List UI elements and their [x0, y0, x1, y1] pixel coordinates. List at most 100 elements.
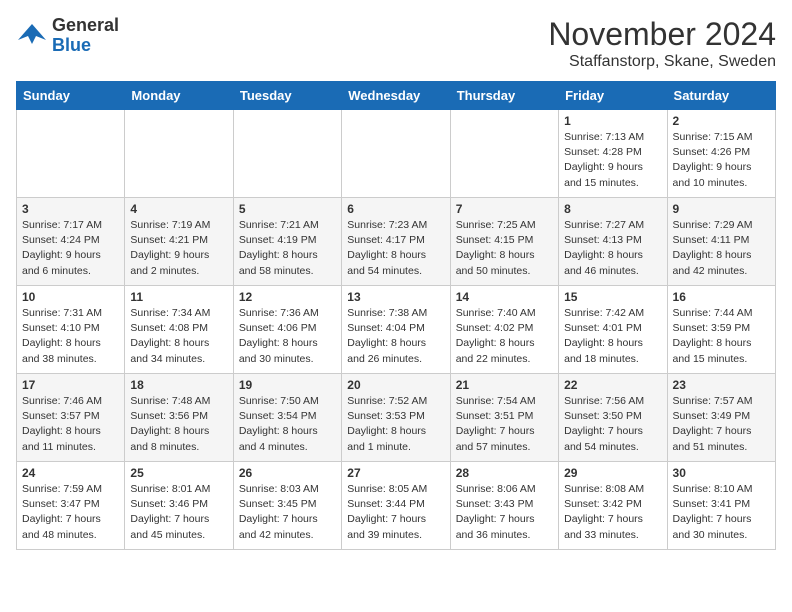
day-info: Sunrise: 7:52 AM Sunset: 3:53 PM Dayligh… [347, 394, 444, 455]
day-info: Sunrise: 7:17 AM Sunset: 4:24 PM Dayligh… [22, 218, 119, 279]
calendar-cell: 5 Sunrise: 7:21 AM Sunset: 4:19 PM Daylig… [233, 198, 341, 286]
day-number: 25 [130, 466, 227, 480]
day-info: Sunrise: 8:03 AM Sunset: 3:45 PM Dayligh… [239, 482, 336, 543]
calendar-cell: 27 Sunrise: 8:05 AM Sunset: 3:44 PM Dayli… [342, 462, 450, 550]
calendar-cell: 1 Sunrise: 7:13 AM Sunset: 4:28 PM Daylig… [559, 110, 667, 198]
day-number: 27 [347, 466, 444, 480]
header-row: Sunday Monday Tuesday Wednesday Thursday… [17, 82, 776, 110]
calendar-week-5: 24 Sunrise: 7:59 AM Sunset: 3:47 PM Dayli… [17, 462, 776, 550]
day-info: Sunrise: 7:27 AM Sunset: 4:13 PM Dayligh… [564, 218, 661, 279]
calendar-cell: 20 Sunrise: 7:52 AM Sunset: 3:53 PM Dayli… [342, 374, 450, 462]
day-number: 21 [456, 378, 553, 392]
calendar-week-4: 17Sunrise: 7:46 AM Sunset: 3:57 PM Dayli… [17, 374, 776, 462]
logo-icon [16, 22, 48, 50]
calendar-cell [450, 110, 558, 198]
day-number: 3 [22, 202, 119, 216]
calendar-cell: 13 Sunrise: 7:38 AM Sunset: 4:04 PM Dayli… [342, 286, 450, 374]
calendar-cell [233, 110, 341, 198]
calendar-body: 1 Sunrise: 7:13 AM Sunset: 4:28 PM Daylig… [17, 110, 776, 550]
day-info: Sunrise: 7:29 AM Sunset: 4:11 PM Dayligh… [673, 218, 770, 279]
day-number: 16 [673, 290, 770, 304]
day-info: Sunrise: 7:56 AM Sunset: 3:50 PM Dayligh… [564, 394, 661, 455]
day-number: 22 [564, 378, 661, 392]
page-header: General Blue November 2024 Staffanstorp,… [16, 16, 776, 71]
day-number: 23 [673, 378, 770, 392]
calendar-week-1: 1 Sunrise: 7:13 AM Sunset: 4:28 PM Daylig… [17, 110, 776, 198]
location: Staffanstorp, Skane, Sweden [548, 53, 776, 71]
logo-text: General Blue [52, 16, 119, 56]
calendar-cell: 12 Sunrise: 7:36 AM Sunset: 4:06 PM Dayli… [233, 286, 341, 374]
calendar-cell [17, 110, 125, 198]
col-sunday: Sunday [17, 82, 125, 110]
day-number: 9 [673, 202, 770, 216]
day-info: Sunrise: 7:23 AM Sunset: 4:17 PM Dayligh… [347, 218, 444, 279]
calendar-cell: 10 Sunrise: 7:31 AM Sunset: 4:10 PM Dayli… [17, 286, 125, 374]
day-number: 30 [673, 466, 770, 480]
calendar-cell: 8Sunrise: 7:27 AM Sunset: 4:13 PM Daylig… [559, 198, 667, 286]
day-number: 15 [564, 290, 661, 304]
day-info: Sunrise: 8:01 AM Sunset: 3:46 PM Dayligh… [130, 482, 227, 543]
calendar-cell [342, 110, 450, 198]
day-info: Sunrise: 7:44 AM Sunset: 3:59 PM Dayligh… [673, 306, 770, 367]
day-info: Sunrise: 8:08 AM Sunset: 3:42 PM Dayligh… [564, 482, 661, 543]
calendar-cell: 6 Sunrise: 7:23 AM Sunset: 4:17 PM Daylig… [342, 198, 450, 286]
day-number: 28 [456, 466, 553, 480]
day-info: Sunrise: 8:05 AM Sunset: 3:44 PM Dayligh… [347, 482, 444, 543]
day-number: 14 [456, 290, 553, 304]
col-saturday: Saturday [667, 82, 775, 110]
calendar-cell: 26 Sunrise: 8:03 AM Sunset: 3:45 PM Dayli… [233, 462, 341, 550]
month-title: November 2024 [548, 16, 776, 53]
day-info: Sunrise: 8:10 AM Sunset: 3:41 PM Dayligh… [673, 482, 770, 543]
day-info: Sunrise: 7:57 AM Sunset: 3:49 PM Dayligh… [673, 394, 770, 455]
day-info: Sunrise: 7:34 AM Sunset: 4:08 PM Dayligh… [130, 306, 227, 367]
day-number: 2 [673, 114, 770, 128]
day-number: 10 [22, 290, 119, 304]
day-number: 5 [239, 202, 336, 216]
day-number: 12 [239, 290, 336, 304]
calendar-cell: 19Sunrise: 7:50 AM Sunset: 3:54 PM Dayli… [233, 374, 341, 462]
calendar-cell: 21 Sunrise: 7:54 AM Sunset: 3:51 PM Dayli… [450, 374, 558, 462]
title-block: November 2024 Staffanstorp, Skane, Swede… [548, 16, 776, 71]
day-info: Sunrise: 7:36 AM Sunset: 4:06 PM Dayligh… [239, 306, 336, 367]
day-number: 29 [564, 466, 661, 480]
calendar-cell: 29 Sunrise: 8:08 AM Sunset: 3:42 PM Dayli… [559, 462, 667, 550]
col-tuesday: Tuesday [233, 82, 341, 110]
calendar-cell: 23 Sunrise: 7:57 AM Sunset: 3:49 PM Dayli… [667, 374, 775, 462]
day-info: Sunrise: 7:50 AM Sunset: 3:54 PM Dayligh… [239, 394, 336, 455]
calendar-week-2: 3 Sunrise: 7:17 AM Sunset: 4:24 PM Daylig… [17, 198, 776, 286]
calendar-cell: 22 Sunrise: 7:56 AM Sunset: 3:50 PM Dayli… [559, 374, 667, 462]
day-info: Sunrise: 7:15 AM Sunset: 4:26 PM Dayligh… [673, 130, 770, 191]
day-number: 6 [347, 202, 444, 216]
day-info: Sunrise: 7:40 AM Sunset: 4:02 PM Dayligh… [456, 306, 553, 367]
col-wednesday: Wednesday [342, 82, 450, 110]
calendar-cell: 30 Sunrise: 8:10 AM Sunset: 3:41 PM Dayli… [667, 462, 775, 550]
calendar-cell: 3 Sunrise: 7:17 AM Sunset: 4:24 PM Daylig… [17, 198, 125, 286]
day-number: 7 [456, 202, 553, 216]
calendar-cell [125, 110, 233, 198]
calendar-cell: 25 Sunrise: 8:01 AM Sunset: 3:46 PM Dayli… [125, 462, 233, 550]
day-info: Sunrise: 7:19 AM Sunset: 4:21 PM Dayligh… [130, 218, 227, 279]
day-number: 20 [347, 378, 444, 392]
day-info: Sunrise: 7:21 AM Sunset: 4:19 PM Dayligh… [239, 218, 336, 279]
day-info: Sunrise: 7:13 AM Sunset: 4:28 PM Dayligh… [564, 130, 661, 191]
day-number: 4 [130, 202, 227, 216]
day-info: Sunrise: 8:06 AM Sunset: 3:43 PM Dayligh… [456, 482, 553, 543]
calendar-cell: 4 Sunrise: 7:19 AM Sunset: 4:21 PM Daylig… [125, 198, 233, 286]
calendar-cell: 15Sunrise: 7:42 AM Sunset: 4:01 PM Dayli… [559, 286, 667, 374]
day-number: 24 [22, 466, 119, 480]
day-number: 26 [239, 466, 336, 480]
day-info: Sunrise: 7:38 AM Sunset: 4:04 PM Dayligh… [347, 306, 444, 367]
day-info: Sunrise: 7:54 AM Sunset: 3:51 PM Dayligh… [456, 394, 553, 455]
calendar-cell: 9 Sunrise: 7:29 AM Sunset: 4:11 PM Daylig… [667, 198, 775, 286]
calendar-cell: 14 Sunrise: 7:40 AM Sunset: 4:02 PM Dayli… [450, 286, 558, 374]
calendar-cell: 28 Sunrise: 8:06 AM Sunset: 3:43 PM Dayli… [450, 462, 558, 550]
day-number: 13 [347, 290, 444, 304]
day-info: Sunrise: 7:59 AM Sunset: 3:47 PM Dayligh… [22, 482, 119, 543]
col-thursday: Thursday [450, 82, 558, 110]
day-info: Sunrise: 7:31 AM Sunset: 4:10 PM Dayligh… [22, 306, 119, 367]
day-number: 11 [130, 290, 227, 304]
day-number: 18 [130, 378, 227, 392]
day-number: 1 [564, 114, 661, 128]
calendar-table: Sunday Monday Tuesday Wednesday Thursday… [16, 81, 776, 550]
day-info: Sunrise: 7:25 AM Sunset: 4:15 PM Dayligh… [456, 218, 553, 279]
